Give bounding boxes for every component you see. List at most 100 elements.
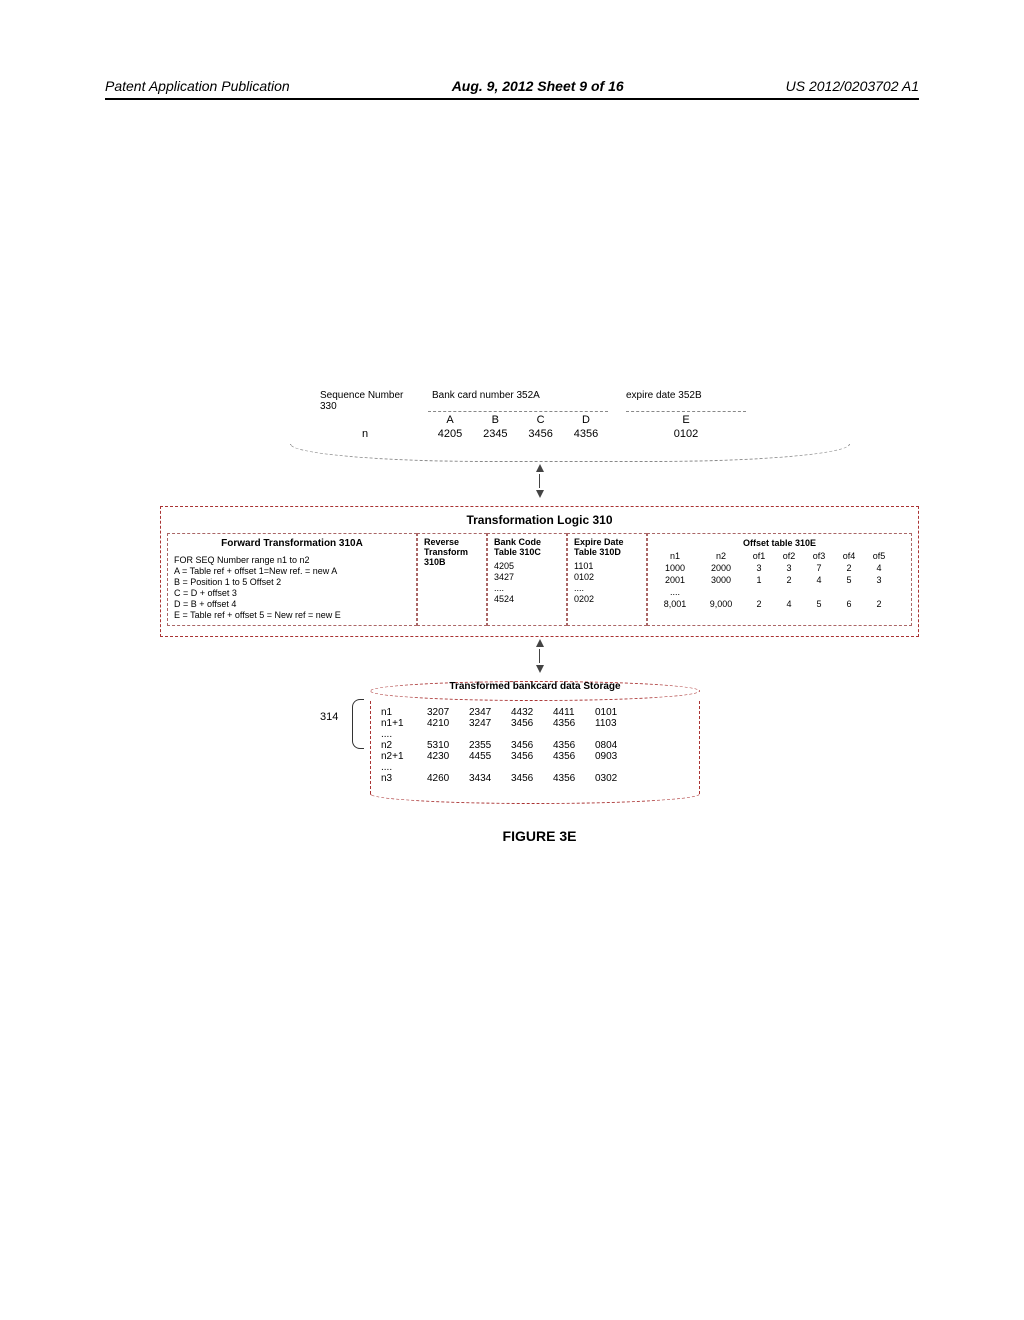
offset-cell: 3: [746, 563, 772, 573]
storage-cell: 1103: [595, 718, 633, 729]
bank-card-number-label: Bank card number 352A: [428, 390, 608, 412]
connector-bottom: [160, 637, 919, 675]
offset-col: n2: [700, 551, 742, 561]
offset-col: of4: [836, 551, 862, 561]
sequence-value: n: [320, 428, 410, 440]
offset-table-cell: Offset table 310E n1 n2 of1 of2 of3 of4 …: [647, 533, 912, 626]
offset-cell: 2: [776, 575, 802, 585]
storage-cell: 0302: [595, 773, 633, 784]
sequence-number-label: Sequence Number 330: [320, 390, 410, 412]
expire-date-table-cell: Expire Date Table 310D 1101 0102 .... 02…: [567, 533, 647, 626]
fwd-line: D = B + offset 4: [174, 599, 410, 609]
storage-row: n2 5310 2355 3456 4356 0804: [381, 740, 689, 751]
brace-icon: [352, 699, 364, 749]
reverse-transform-cell: Reverse Transform 310B: [417, 533, 487, 626]
storage-title: Transformed bankcard data Storage: [370, 681, 700, 701]
expire-value: 0102: [626, 428, 746, 440]
input-record-block: Sequence Number 330 Bank card number 352…: [320, 390, 850, 462]
storage-cell: 4455: [469, 751, 507, 762]
bank-group-b: 2345: [477, 428, 513, 440]
offset-cell: 1: [746, 575, 772, 585]
expire-date-title: Expire Date Table 310D: [574, 538, 640, 558]
storage-cell: 4356: [553, 718, 591, 729]
storage-cell: 3434: [469, 773, 507, 784]
storage-cell: n2+1: [381, 751, 423, 762]
offset-col: of1: [746, 551, 772, 561]
offset-col: of2: [776, 551, 802, 561]
offset-cell: 3000: [700, 575, 742, 585]
storage-row: ....: [381, 729, 689, 740]
offset-cell: 3: [776, 563, 802, 573]
brace-icon: [290, 444, 850, 462]
storage-cell: 3456: [511, 773, 549, 784]
offset-cell: 2001: [654, 575, 696, 585]
storage-row: n1+1 4210 3247 3456 4356 1103: [381, 718, 689, 729]
offset-table-title: Offset table 310E: [654, 538, 905, 548]
offset-cell: 2: [746, 599, 772, 609]
storage-cell: 3247: [469, 718, 507, 729]
cylinder-bottom-icon: [370, 794, 700, 804]
storage-ref-label: 314: [320, 711, 338, 723]
page-header: Patent Application Publication Aug. 9, 2…: [105, 78, 919, 100]
storage-cell: 4356: [553, 751, 591, 762]
storage-cell: ....: [381, 762, 423, 773]
bank-code-row: 4205: [494, 561, 560, 571]
offset-cell: 4: [806, 575, 832, 585]
storage-cell: n3: [381, 773, 423, 784]
expire-date-label: expire date 352B: [626, 390, 746, 412]
arrow-down-icon: [536, 665, 544, 673]
input-values-row: n 4205 2345 3456 4356 0102: [320, 428, 850, 440]
offset-col: of5: [866, 551, 892, 561]
storage-cell: 4260: [427, 773, 465, 784]
storage-cell: 3207: [427, 707, 465, 718]
figure-caption: FIGURE 3E: [160, 828, 919, 844]
storage-cell: 4432: [511, 707, 549, 718]
connector-top: [160, 462, 919, 500]
offset-cell: ....: [654, 587, 696, 597]
offset-cell: 7: [806, 563, 832, 573]
bank-code-title: Bank Code Table 310C: [494, 538, 560, 558]
storage-cell: 4356: [553, 740, 591, 751]
offset-cell: 6: [836, 599, 862, 609]
offset-table-grid: n1 n2 of1 of2 of3 of4 of5 1000 2000 3 3 …: [654, 551, 905, 609]
storage-cell: 0101: [595, 707, 633, 718]
storage-cell: 2347: [469, 707, 507, 718]
storage-body: n1 3207 2347 4432 4411 0101 n1+1 4210 32…: [370, 701, 700, 794]
fwd-line: C = D + offset 3: [174, 588, 410, 598]
arrow-up-icon: [536, 464, 544, 472]
offset-cell: 4: [866, 563, 892, 573]
fwd-line: A = Table ref + offset 1=New ref. = new …: [174, 566, 410, 576]
storage-cell: 4210: [427, 718, 465, 729]
arrow-down-icon: [536, 490, 544, 498]
storage-cell: 0903: [595, 751, 633, 762]
forward-transformation-cell: Forward Transformation 310A FOR SEQ Numb…: [167, 533, 417, 626]
arrow-up-icon: [536, 639, 544, 647]
expire-date-row: 0102: [574, 572, 640, 582]
col-head-c: C: [523, 414, 559, 426]
transformation-logic-box: Transformation Logic 310 Forward Transfo…: [160, 506, 919, 637]
bank-group-c: 3456: [523, 428, 559, 440]
bank-code-table-cell: Bank Code Table 310C 4205 3427 .... 4524: [487, 533, 567, 626]
storage-cell: ....: [381, 729, 423, 740]
header-right: US 2012/0203702 A1: [786, 78, 919, 94]
storage-cell: 4356: [553, 773, 591, 784]
fwd-line: E = Table ref + offset 5 = New ref = new…: [174, 610, 410, 620]
input-column-heads: A B C D E: [320, 414, 850, 426]
storage-cell: 3456: [511, 740, 549, 751]
expire-date-row: ....: [574, 583, 640, 593]
col-head-b: B: [477, 414, 513, 426]
figure-3e: Sequence Number 330 Bank card number 352…: [160, 390, 919, 844]
offset-cell: 4: [776, 599, 802, 609]
storage-cell: 5310: [427, 740, 465, 751]
storage-cell: n1+1: [381, 718, 423, 729]
offset-cell: 1000: [654, 563, 696, 573]
bank-group-a: 4205: [432, 428, 468, 440]
storage-row: n3 4260 3434 3456 4356 0302: [381, 773, 689, 784]
col-head-d: D: [568, 414, 604, 426]
storage-row: n1 3207 2347 4432 4411 0101: [381, 707, 689, 718]
offset-col: n1: [654, 551, 696, 561]
storage-cell: 0804: [595, 740, 633, 751]
storage-cell: 4411: [553, 707, 591, 718]
offset-cell: 5: [806, 599, 832, 609]
header-center: Aug. 9, 2012 Sheet 9 of 16: [452, 78, 624, 94]
